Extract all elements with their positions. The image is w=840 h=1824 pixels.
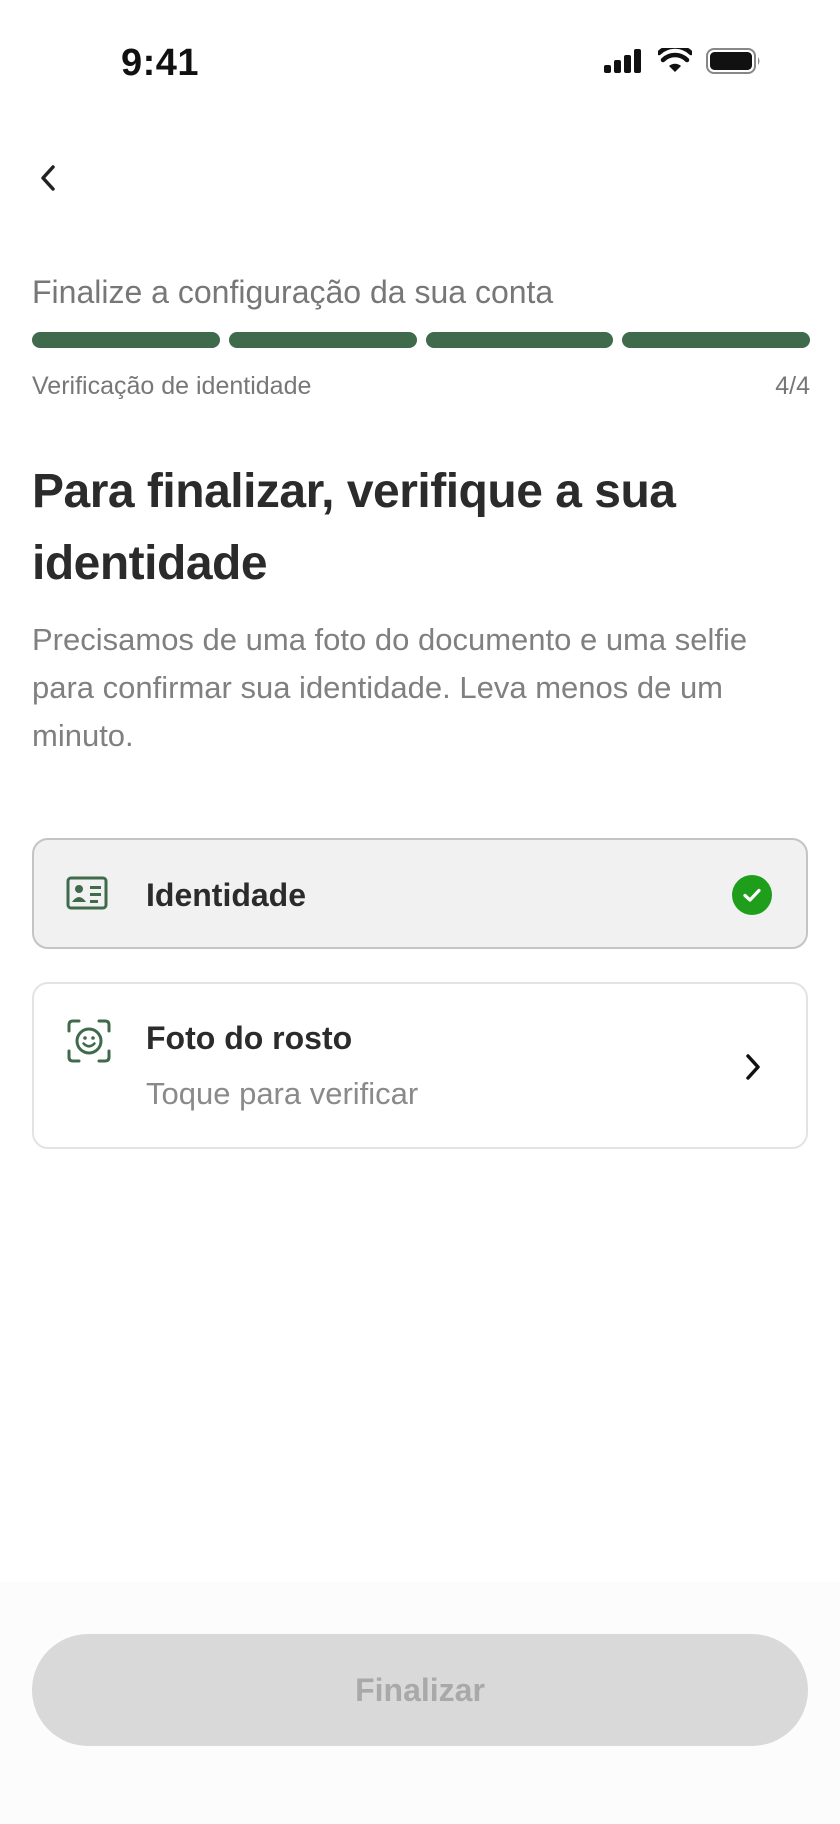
step-count: 4/4 xyxy=(775,372,810,400)
battery-icon xyxy=(706,48,762,79)
step-label: Verificação de identidade xyxy=(32,372,312,400)
id-card-icon xyxy=(66,876,108,915)
identity-item[interactable]: Identidade xyxy=(32,838,808,949)
signal-icon xyxy=(604,49,644,78)
face-photo-label: Foto do rosto xyxy=(146,1020,353,1056)
progress-title: Finalize a configuração da sua conta xyxy=(32,274,554,310)
chevron-left-icon xyxy=(37,163,59,198)
status-icons xyxy=(604,44,762,79)
progress-segment-2 xyxy=(228,332,417,348)
progress-segment-4 xyxy=(622,332,810,348)
status-bar: 9:41 xyxy=(0,0,840,130)
page-description: Precisamos de uma foto do documento e um… xyxy=(32,622,748,753)
wifi-icon xyxy=(656,44,694,79)
identity-label: Identidade xyxy=(146,877,307,913)
check-circle-icon xyxy=(732,875,772,915)
progress-segment-1 xyxy=(32,332,220,348)
chevron-right-icon xyxy=(744,1052,762,1087)
progress-bar xyxy=(32,332,810,348)
progress-segment-3 xyxy=(425,332,614,348)
back-button[interactable] xyxy=(28,158,68,202)
face-photo-subtitle: Toque para verificar xyxy=(146,1076,419,1111)
face-scan-icon xyxy=(66,1018,112,1069)
finalize-button[interactable]: Finalizar xyxy=(32,1634,808,1746)
page-title: Para finalizar, verifique a sua identida… xyxy=(32,465,676,590)
face-photo-item[interactable]: Foto do rosto Toque para verificar xyxy=(32,982,808,1149)
status-time: 9:41 xyxy=(121,42,200,84)
